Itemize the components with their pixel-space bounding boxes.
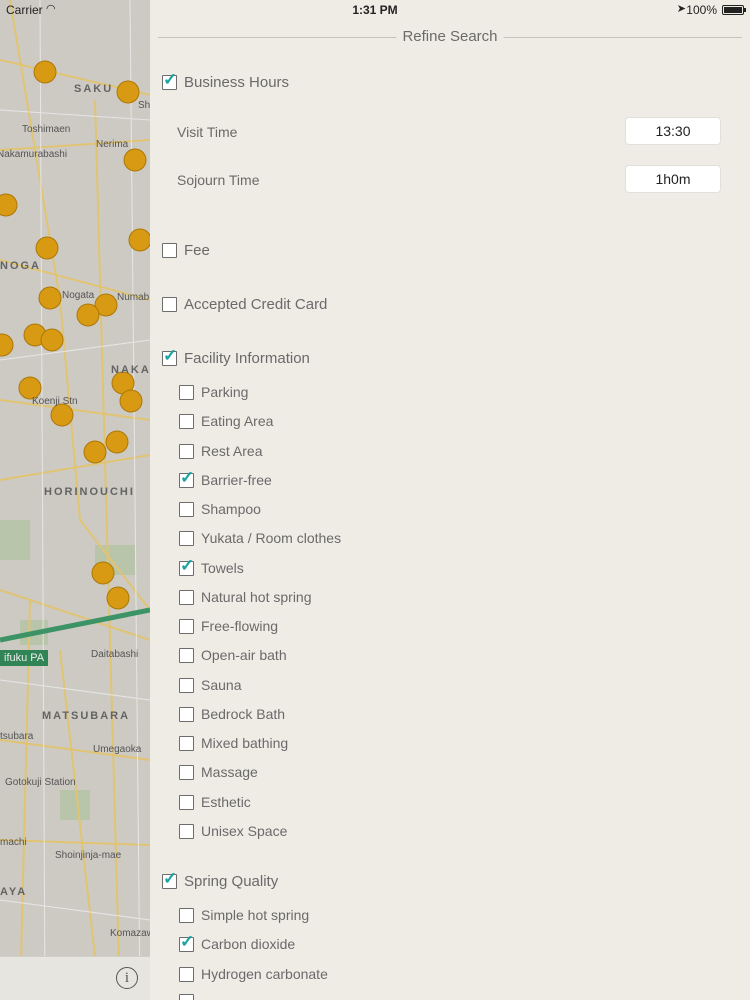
facility-label-sauna: Sauna xyxy=(201,676,242,693)
spring-quality-label: Spring Quality xyxy=(184,873,279,890)
facility-checkbox-esthetic[interactable] xyxy=(179,794,194,810)
facility-label-eating-area: Eating Area xyxy=(201,413,274,430)
business-hours-label: Business Hours xyxy=(184,74,290,91)
checkmark-icon: ✓ xyxy=(180,555,195,575)
visit-time-field[interactable]: 13:30 xyxy=(625,117,721,145)
fee-checkbox[interactable] xyxy=(162,243,177,258)
checkmark-icon: ✓ xyxy=(163,346,178,365)
fee-label: Fee xyxy=(184,242,210,259)
info-icon[interactable]: i xyxy=(116,967,138,989)
visit-time-label: Visit Time xyxy=(177,124,238,140)
refine-search-panel: Refine Search ✓ Business Hours Visit Tim… xyxy=(150,0,750,1000)
facility-checkbox-mixed-bathing[interactable] xyxy=(179,736,194,751)
facility-label-rest-area: Rest Area xyxy=(201,442,263,459)
facility-checkbox-yukata-room-clothes[interactable] xyxy=(179,531,194,547)
credit-card-checkbox[interactable] xyxy=(162,297,177,312)
checkmark-icon: ✓ xyxy=(180,467,195,487)
facility-info-label: Facility Information xyxy=(184,350,310,367)
facility-checkbox-massage[interactable] xyxy=(179,765,194,781)
status-bar: Carrier ◠ 1:31 PM ➤ 100% xyxy=(0,0,750,20)
facility-checkbox-towels[interactable]: ✓ xyxy=(179,556,194,576)
facility-checkbox-barrier-free[interactable]: ✓ xyxy=(179,468,194,488)
checkmark-icon: ✓ xyxy=(180,932,195,952)
location-arrow-icon: ➤ xyxy=(676,3,686,15)
facility-checkbox-sauna[interactable] xyxy=(179,677,194,693)
facility-label-esthetic: Esthetic xyxy=(201,793,251,810)
facility-label-unisex-space: Unisex Space xyxy=(201,822,288,839)
facility-checkbox-shampoo[interactable] xyxy=(179,502,194,517)
facility-label-natural-hot-spring: Natural hot spring xyxy=(201,588,312,605)
facility-checkbox-parking[interactable] xyxy=(179,385,194,400)
map-toolbar: i xyxy=(0,956,150,1000)
facility-checkbox-bedrock-bath[interactable] xyxy=(179,706,194,722)
facility-label-free-flowing: Free-flowing xyxy=(201,618,279,634)
facility-checkbox-open-air-bath[interactable] xyxy=(179,648,194,664)
spring-checkbox-carbon-dioxide[interactable]: ✓ xyxy=(179,932,194,953)
battery-icon xyxy=(722,5,746,15)
spring-label-simple-hot-spring: Simple hot spring xyxy=(201,907,310,923)
facility-label-barrier-free: Barrier-free xyxy=(201,471,272,488)
spring-label-carbon-dioxide: Carbon dioxide xyxy=(201,936,296,953)
facility-label-mixed-bathing: Mixed bathing xyxy=(201,735,289,751)
clock: 1:31 PM xyxy=(352,3,398,17)
facility-checkbox-free-flowing[interactable] xyxy=(179,619,194,634)
partial-checkbox[interactable] xyxy=(179,994,194,1000)
facility-checkbox-unisex-space[interactable] xyxy=(179,823,194,839)
sojourn-time-label: Sojourn Time xyxy=(177,172,260,188)
facility-label-bedrock-bath: Bedrock Bath xyxy=(201,705,286,722)
facility-label-shampoo: Shampoo xyxy=(201,501,261,517)
panel-header: Refine Search xyxy=(158,27,742,47)
panel-title: Refine Search xyxy=(396,28,504,45)
sojourn-time-field[interactable]: 1h0m xyxy=(625,165,721,193)
facility-info-checkbox[interactable]: ✓ xyxy=(162,346,177,366)
facility-checkbox-eating-area[interactable] xyxy=(179,414,194,430)
facility-label-open-air-bath: Open-air bath xyxy=(201,647,287,664)
spring-checkbox-hydrogen-carbonate[interactable] xyxy=(179,966,194,982)
facility-label-parking: Parking xyxy=(201,384,249,400)
checkmark-icon: ✓ xyxy=(163,70,178,89)
spring-checkbox-simple-hot-spring[interactable] xyxy=(179,908,194,923)
facility-label-yukata-room-clothes: Yukata / Room clothes xyxy=(201,530,342,547)
map-view[interactable]: SAKU Sh Toshimaen Nakamurabashi Nerima N… xyxy=(0,0,150,1000)
facility-label-massage: Massage xyxy=(201,764,258,781)
spring-quality-checkbox[interactable]: ✓ xyxy=(162,869,177,889)
spring-label-hydrogen-carbonate: Hydrogen carbonate xyxy=(201,965,328,982)
business-hours-checkbox[interactable]: ✓ xyxy=(162,70,177,90)
facility-checkbox-rest-area[interactable] xyxy=(179,443,194,459)
facility-checkbox-natural-hot-spring[interactable] xyxy=(179,589,194,605)
credit-card-label: Accepted Credit Card xyxy=(184,296,328,313)
checkmark-icon: ✓ xyxy=(163,869,178,888)
facility-label-towels: Towels xyxy=(201,559,244,576)
battery-percent: 100% xyxy=(686,3,717,17)
